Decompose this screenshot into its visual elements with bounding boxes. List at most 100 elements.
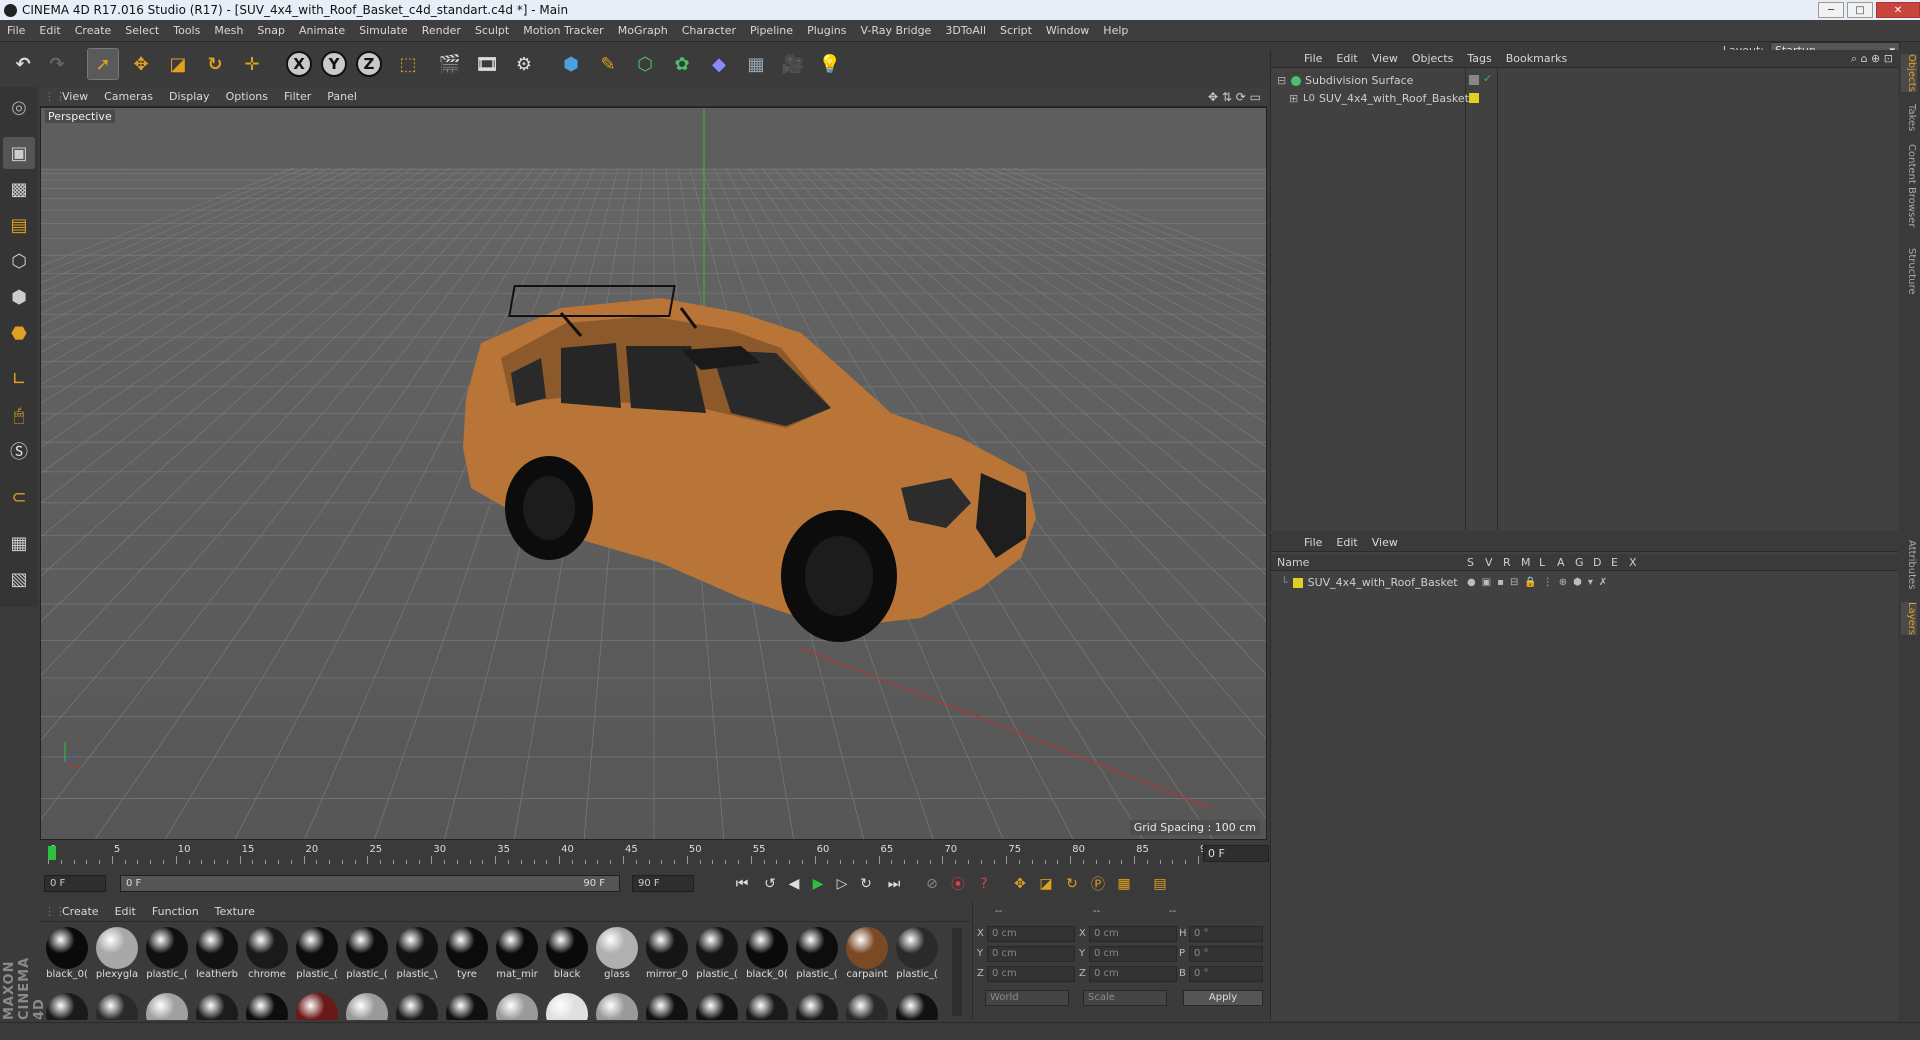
layer-col-animation[interactable]: A [1557,556,1565,569]
position-y-field[interactable]: 0 cm [987,946,1075,962]
menu-animate[interactable]: Animate [292,20,352,42]
menu-script[interactable]: Script [993,20,1039,42]
texture-mode-icon[interactable]: ▩ [3,173,35,205]
viewport-menu-filter[interactable]: Filter [276,90,319,103]
material-swatch[interactable]: mirror_0 [644,924,690,984]
menu-help[interactable]: Help [1096,20,1135,42]
material-swatch[interactable]: chrome [244,924,290,984]
material-menu-texture[interactable]: Texture [207,905,263,918]
scale-tool-icon[interactable]: ◪ [163,49,193,79]
material-swatch[interactable]: leatherb [194,924,240,984]
material-swatch[interactable]: black_0( [44,924,90,984]
material-swatch[interactable]: plastic_( [694,924,740,984]
layer-col-view[interactable]: V [1485,556,1493,569]
keyframe-selection-icon[interactable]: ? [972,873,996,895]
menu-motion-tracker[interactable]: Motion Tracker [516,20,610,42]
pen-spline-icon[interactable]: ✎ [593,49,623,79]
material-swatch[interactable]: carpaint [844,924,890,984]
rotation-p-field[interactable]: 0 ° [1189,946,1263,962]
material-swatch[interactable] [344,990,390,1020]
viewport-nav-icons[interactable]: ✥ ⇅ ⟳ ▭ [1208,90,1267,104]
layer-col-deformers[interactable]: D [1593,556,1601,569]
timeline-frame-field[interactable]: 0 F [1203,845,1269,862]
menu-window[interactable]: Window [1039,20,1096,42]
y-axis-icon[interactable]: Y [321,51,347,77]
points-mode-icon[interactable]: ⬡ [3,245,35,277]
tab-objects[interactable]: Objects [1901,54,1917,92]
object-menu-file[interactable]: File [1297,52,1329,65]
render-view-icon[interactable]: 🎬 [435,49,465,79]
menu-file[interactable]: File [0,20,32,42]
solo-mode-icon[interactable]: Ⓢ [3,435,35,467]
material-swatch[interactable] [894,990,940,1020]
material-swatch[interactable] [294,990,340,1020]
redo-icon[interactable]: ↷ [42,49,72,79]
layer-color-tag[interactable] [1469,93,1479,103]
viewport-menu-panel[interactable]: Panel [319,90,365,103]
material-swatch[interactable] [444,990,490,1020]
layer-col-render[interactable]: R [1503,556,1511,569]
material-swatch[interactable]: plastic_( [794,924,840,984]
record-keys-icon[interactable]: ⊘ [920,873,944,895]
rotation-b-field[interactable]: 0 ° [1189,966,1263,982]
go-to-end-icon[interactable]: ⏭ [882,873,906,895]
layer-col-solo[interactable]: S [1467,556,1474,569]
viewport-camera-label[interactable]: Perspective [45,110,115,123]
material-swatch[interactable] [744,990,790,1020]
viewport-menu-display[interactable]: Display [161,90,218,103]
collapse-icon[interactable]: ⊟ [1277,74,1287,87]
material-swatch[interactable] [694,990,740,1020]
material-swatch[interactable] [544,990,590,1020]
position-z-field[interactable]: 0 cm [987,966,1075,982]
play-icon[interactable]: ▶ [806,873,830,895]
coordinate-system-icon[interactable]: ⬚ [393,49,423,79]
tab-takes[interactable]: Takes [1901,104,1917,131]
layer-flag-icons[interactable]: ●▣▪⊟🔒⋮⊕⬢▾✗ [1467,577,1613,588]
camera-icon[interactable]: 🎥 [778,49,808,79]
go-to-start-icon[interactable]: ⏮ [730,873,754,895]
material-swatch[interactable] [594,990,640,1020]
light-icon[interactable]: 💡 [815,49,845,79]
tab-attributes[interactable]: Attributes [1901,540,1917,589]
tweak-mode-icon[interactable]: 🖱 [3,399,35,431]
timeline-window-icon[interactable]: ▤ [1148,873,1172,895]
size-x-field[interactable]: 0 cm [1089,926,1177,942]
material-menu-function[interactable]: Function [144,905,207,918]
object-row-subdivision-surface[interactable]: ⊟ Subdivision Surface ✓ [1271,72,1899,89]
layer-col-locked[interactable]: L [1539,556,1545,569]
material-swatch[interactable]: plexygla [94,924,140,984]
layer-col-manager[interactable]: M [1521,556,1531,569]
previous-frame-icon[interactable]: ◀ [782,873,806,895]
menu-plugins[interactable]: Plugins [800,20,853,42]
object-menu-edit[interactable]: Edit [1329,52,1364,65]
autokey-icon[interactable]: ⦿ [946,873,970,895]
object-menu-view[interactable]: View [1365,52,1405,65]
array-generator-icon[interactable]: ✿ [667,49,697,79]
size-z-field[interactable]: 0 cm [1089,966,1177,982]
size-mode-dropdown[interactable]: Scale [1083,990,1167,1006]
cube-primitive-icon[interactable]: ⬢ [556,49,586,79]
layer-menu-edit[interactable]: Edit [1329,536,1364,549]
material-swatch[interactable]: black_0( [744,924,790,984]
menu-character[interactable]: Character [675,20,743,42]
menu-sculpt[interactable]: Sculpt [468,20,516,42]
floor-environment-icon[interactable]: ▦ [741,49,771,79]
tab-content-browser[interactable]: Content Browser [1901,144,1917,227]
material-swatch[interactable] [644,990,690,1020]
material-swatch[interactable] [394,990,440,1020]
object-manager-search-icon[interactable]: ⌕ ⌂ ⊕ ⊡ [1851,52,1899,66]
material-swatch[interactable] [94,990,140,1020]
subdivision-surface-icon[interactable]: ⬡ [630,49,660,79]
scale-key-icon[interactable]: ◪ [1034,873,1058,895]
menu-simulate[interactable]: Simulate [352,20,415,42]
layer-col-generators[interactable]: G [1575,556,1584,569]
viewport-menu-view[interactable]: View [54,90,96,103]
material-menu-edit[interactable]: Edit [107,905,144,918]
material-swatch[interactable]: black [544,924,590,984]
z-axis-icon[interactable]: Z [356,51,382,77]
undo-icon[interactable]: ↶ [8,49,38,79]
material-scrollbar[interactable] [952,928,962,1016]
next-frame-icon[interactable]: ▷ [830,873,854,895]
playhead-marker[interactable] [48,846,56,860]
point-level-key-icon[interactable]: ▦ [1112,873,1136,895]
